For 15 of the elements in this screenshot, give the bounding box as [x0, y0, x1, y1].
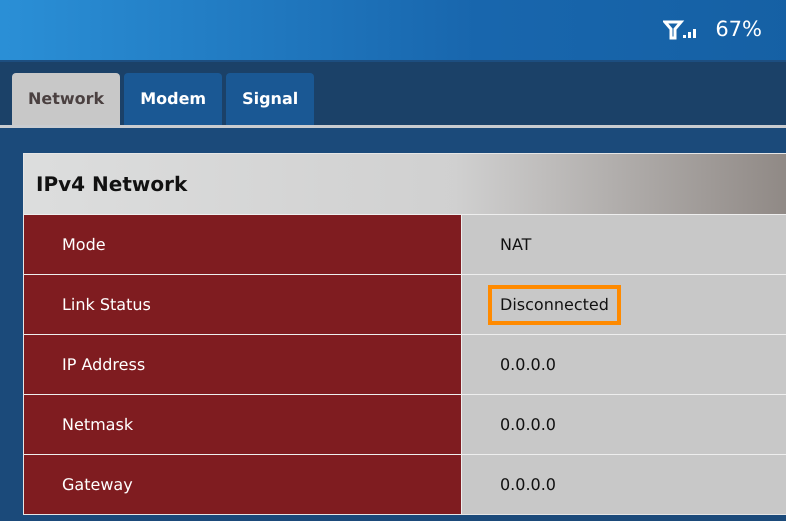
field-value: NAT	[499, 234, 532, 256]
battery-percentage: 67%	[715, 16, 762, 44]
field-label: Netmask	[62, 414, 134, 436]
tab[interactable]: Modem	[124, 73, 222, 125]
tab[interactable]: Network	[12, 73, 120, 125]
tab[interactable]: Signal	[226, 73, 314, 125]
field-label: Gateway	[62, 474, 133, 496]
field-label: Link Status	[62, 294, 151, 316]
panel-title: IPv4 Network	[24, 154, 786, 214]
highlighted-value: Disconnected	[488, 284, 621, 324]
field-value: 0.0.0.0	[499, 354, 557, 376]
field-label: IP Address	[62, 354, 146, 376]
field-value: 0.0.0.0	[499, 414, 557, 436]
field-label: Mode	[62, 234, 106, 256]
field-value: 0.0.0.0	[499, 474, 557, 496]
